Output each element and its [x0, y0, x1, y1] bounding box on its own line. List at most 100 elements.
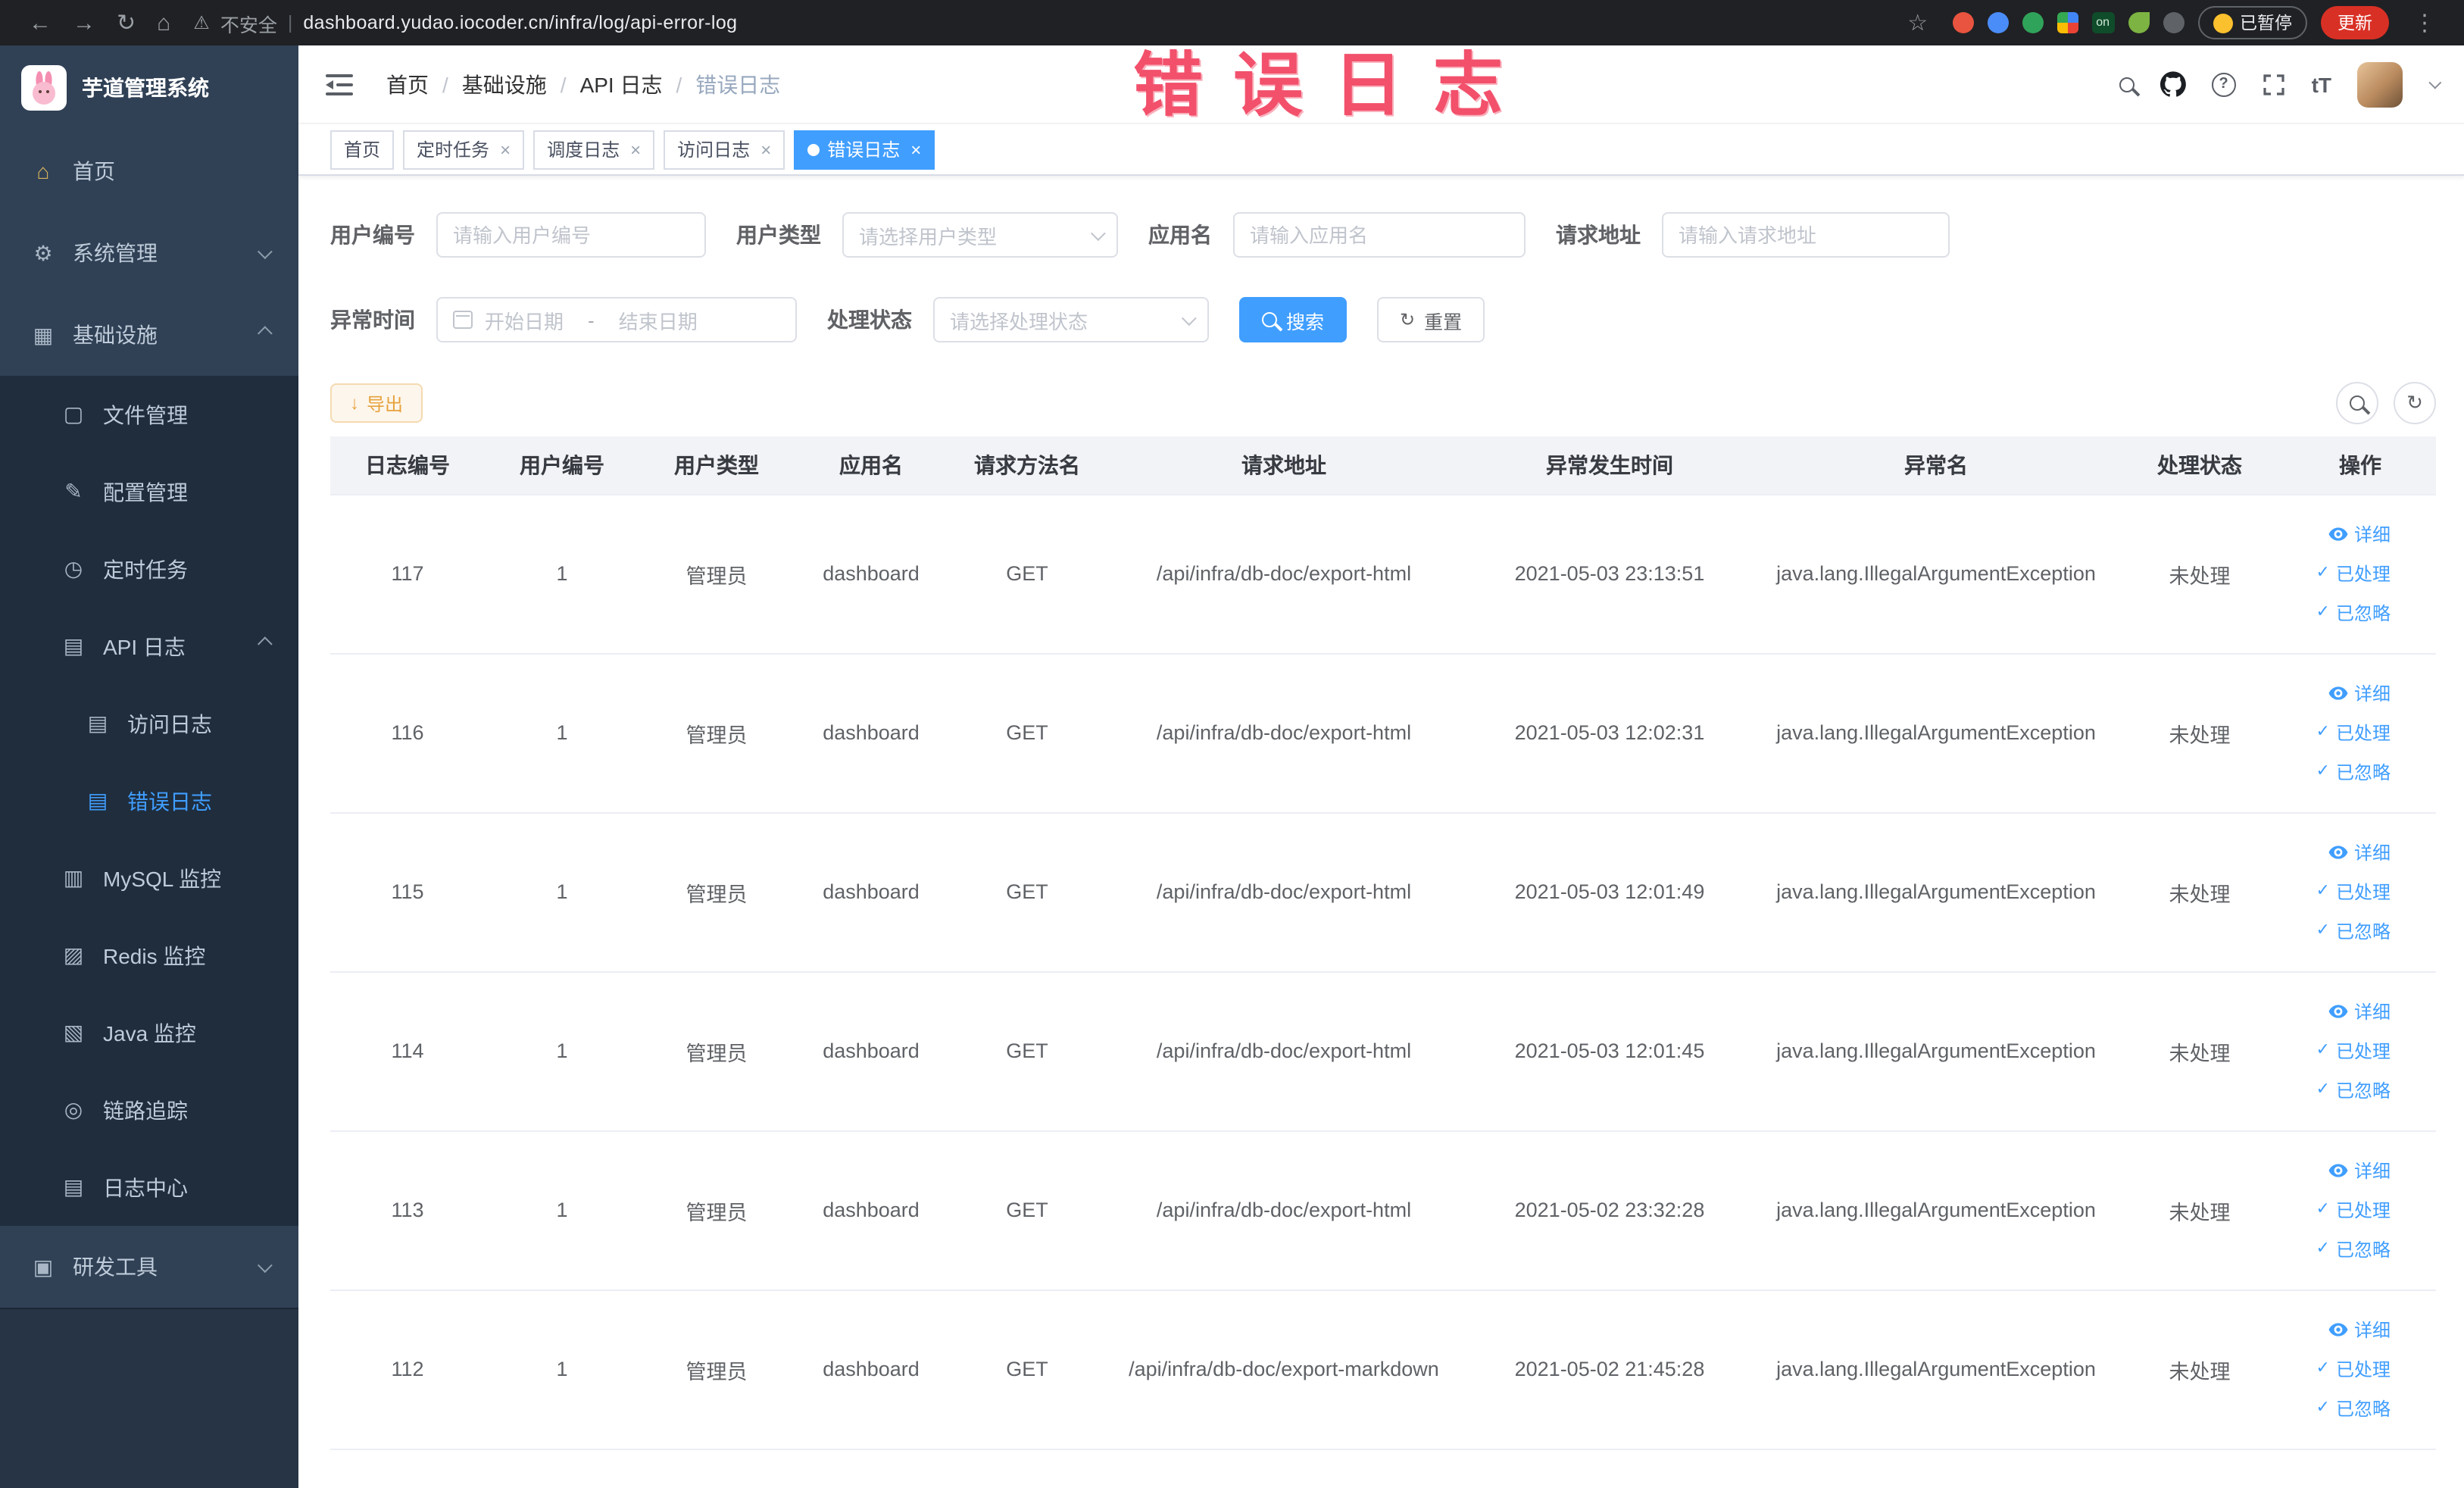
detail-link[interactable]: 详细 — [2284, 674, 2391, 713]
breadcrumb-item[interactable]: 首页 — [386, 69, 429, 99]
tab-schedule-log[interactable]: 调度日志 × — [533, 130, 655, 169]
forward-icon[interactable]: → — [73, 11, 95, 34]
cell-log-id: 114 — [330, 971, 485, 1131]
app-name-input[interactable] — [1233, 212, 1526, 258]
cell-app-name: dashboard — [794, 494, 948, 654]
update-button[interactable]: 更新 — [2321, 6, 2389, 39]
refresh-table-button[interactable]: ↻ — [2394, 382, 2436, 424]
sidebar-item-java-monitor[interactable]: ▧ Java 监控 — [0, 994, 298, 1071]
sidebar-item-config-manage[interactable]: ✎ 配置管理 — [0, 453, 298, 530]
help-icon[interactable]: ? — [2211, 72, 2236, 96]
search-icon[interactable] — [2119, 77, 2135, 92]
detail-link[interactable]: 详细 — [2284, 833, 2391, 872]
search-icon — [1262, 312, 1277, 327]
sidebar-item-infra[interactable]: ▦ 基础设施 — [0, 294, 298, 376]
cell-status: 未处理 — [2115, 1130, 2284, 1290]
cell-user-id: 1 — [485, 1130, 639, 1290]
back-icon[interactable]: ← — [29, 11, 52, 34]
reload-icon[interactable]: ↻ — [117, 11, 136, 34]
export-button[interactable]: ↓ 导出 — [330, 383, 423, 423]
breadcrumb-item[interactable]: 基础设施 — [462, 69, 547, 99]
sidebar-item-scheduled-jobs[interactable]: ◷ 定时任务 — [0, 530, 298, 608]
close-icon[interactable]: × — [910, 140, 921, 158]
detail-link[interactable]: 详细 — [2284, 1310, 2391, 1349]
sidebar-item-label: 文件管理 — [103, 402, 188, 427]
toggle-search-button[interactable] — [2336, 382, 2378, 424]
github-icon[interactable] — [2160, 71, 2186, 97]
processed-link[interactable]: ✓ 已处理 — [2284, 713, 2391, 752]
sidebar-item-mysql-monitor[interactable]: ▥ MySQL 监控 — [0, 839, 298, 917]
processed-link[interactable]: ✓ 已处理 — [2284, 1349, 2391, 1389]
reset-button[interactable]: ↻ 重置 — [1377, 297, 1485, 342]
sidebar-item-error-log[interactable]: ▤ 错误日志 — [0, 762, 298, 839]
close-icon[interactable]: × — [630, 140, 641, 158]
breadcrumb-separator: / — [560, 72, 567, 96]
bookmark-star-icon[interactable]: ☆ — [1907, 11, 1928, 34]
cell-status: 未处理 — [2115, 971, 2284, 1131]
extensions-puzzle-icon[interactable] — [2056, 12, 2078, 33]
table-row: 112 1 管理员 dashboard GET /api/infra/db-do… — [330, 1289, 2436, 1449]
sidebar-item-system[interactable]: ⚙ 系统管理 — [0, 212, 298, 294]
breadcrumb-separator: / — [676, 72, 682, 96]
cell-exception-name: java.lang.IllegalArgumentException — [1757, 1130, 2115, 1290]
hamburger-icon[interactable] — [326, 73, 353, 95]
search-button[interactable]: 搜索 — [1239, 297, 1348, 342]
select-placeholder: 请选择处理状态 — [950, 310, 1088, 333]
tab-error-log[interactable]: 错误日志 × — [794, 130, 935, 169]
tab-scheduled-jobs[interactable]: 定时任务 × — [403, 130, 525, 169]
home-icon: ⌂ — [36, 159, 50, 183]
avatar[interactable] — [2357, 61, 2403, 107]
page-content: 用户编号 用户类型 请选择用户类型 应用名 — [298, 176, 2464, 1488]
cell-method: GET — [948, 1130, 1106, 1290]
ignored-link[interactable]: ✓ 已忽略 — [2284, 1071, 2391, 1110]
extension-on-badge[interactable]: on — [2091, 12, 2114, 33]
browser-home-icon[interactable]: ⌂ — [157, 11, 170, 34]
tab-access-log[interactable]: 访问日志 × — [664, 130, 785, 169]
date-range-picker[interactable]: 开始日期 - 结束日期 — [436, 297, 797, 342]
tab-home[interactable]: 首页 — [330, 130, 395, 169]
sidebar-item-home[interactable]: ⌂ 首页 — [0, 130, 298, 212]
sidebar-item-trace[interactable]: ◎ 链路追踪 — [0, 1071, 298, 1149]
user-id-input[interactable] — [436, 212, 706, 258]
redis-icon: ▨ — [63, 943, 84, 967]
extension-icon[interactable] — [2128, 12, 2149, 33]
close-icon[interactable]: × — [500, 140, 511, 158]
sidebar-item-redis-monitor[interactable]: ▨ Redis 监控 — [0, 917, 298, 994]
ignored-link[interactable]: ✓ 已忽略 — [2284, 593, 2391, 633]
sidebar-item-file-manage[interactable]: ▢ 文件管理 — [0, 376, 298, 453]
ignored-link[interactable]: ✓ 已忽略 — [2284, 1230, 2391, 1269]
chevron-down-icon[interactable] — [2428, 75, 2442, 89]
sidebar-item-api-log[interactable]: ▤ API 日志 — [0, 608, 298, 685]
ignored-link[interactable]: ✓ 已忽略 — [2284, 752, 2391, 792]
app-logo[interactable]: 芋道管理系统 — [0, 45, 298, 130]
processed-link[interactable]: ✓ 已处理 — [2284, 1031, 2391, 1071]
address-bar[interactable]: ⚠ 不安全 | dashboard.yudao.iocoder.cn/infra… — [193, 8, 737, 37]
fullscreen-icon[interactable] — [2262, 72, 2286, 96]
breadcrumb-item[interactable]: API 日志 — [580, 69, 663, 99]
processed-link[interactable]: ✓ 已处理 — [2284, 1190, 2391, 1230]
close-icon[interactable]: × — [760, 140, 771, 158]
detail-link[interactable]: 详细 — [2284, 992, 2391, 1031]
sidebar-item-access-log[interactable]: ▤ 访问日志 — [0, 685, 298, 762]
sidebar-item-log-center[interactable]: ▤ 日志中心 — [0, 1149, 298, 1226]
cell-app-name: dashboard — [794, 812, 948, 972]
extension-icon[interactable] — [2163, 12, 2184, 33]
ignored-link[interactable]: ✓ 已忽略 — [2284, 1389, 2391, 1428]
process-status-label: 处理状态 — [827, 308, 912, 332]
user-type-select[interactable]: 请选择用户类型 — [842, 212, 1118, 258]
cell-method: GET — [948, 1289, 1106, 1449]
profile-paused-badge[interactable]: 已暂停 — [2197, 6, 2307, 39]
kebab-menu-icon[interactable]: ⋮ — [2413, 11, 2436, 34]
request-url-input[interactable] — [1662, 212, 1950, 258]
extension-icon[interactable] — [1952, 12, 1974, 33]
detail-link[interactable]: 详细 — [2284, 514, 2391, 554]
extension-icon[interactable] — [1987, 12, 2009, 33]
processed-link[interactable]: ✓ 已处理 — [2284, 872, 2391, 911]
process-status-select[interactable]: 请选择处理状态 — [933, 297, 1209, 342]
ignored-link[interactable]: ✓ 已忽略 — [2284, 911, 2391, 951]
sidebar-item-dev-tools[interactable]: ▣ 研发工具 — [0, 1226, 298, 1308]
extension-icon[interactable] — [2022, 12, 2044, 33]
processed-link[interactable]: ✓ 已处理 — [2284, 554, 2391, 593]
detail-link[interactable]: 详细 — [2284, 1151, 2391, 1190]
font-size-icon[interactable]: tT — [2312, 72, 2331, 96]
